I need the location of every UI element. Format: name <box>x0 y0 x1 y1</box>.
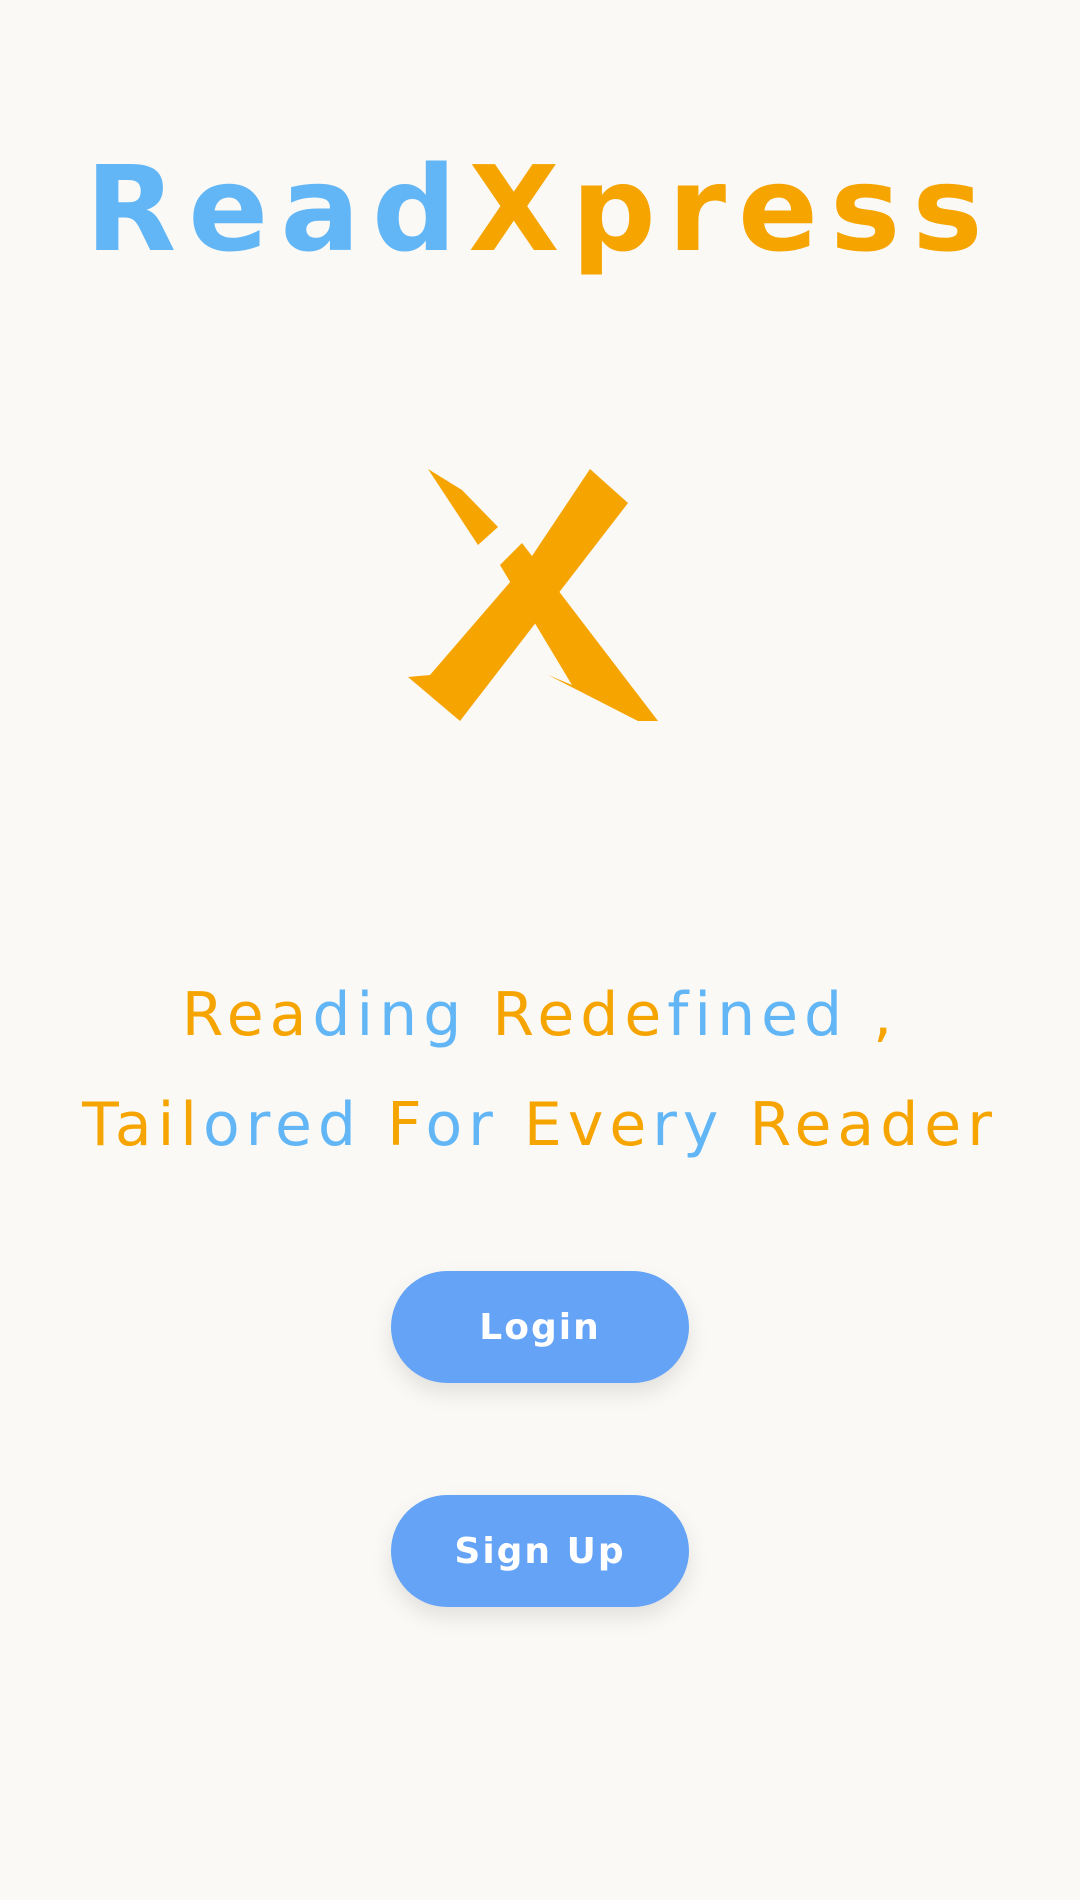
login-button[interactable]: Login <box>391 1271 689 1383</box>
tagline-line-1: Reading Redefined , <box>181 980 899 1050</box>
tagline: Reading Redefined , Tailored For Every R… <box>0 960 1080 1180</box>
signup-button[interactable]: Sign Up <box>391 1495 689 1607</box>
app-title: ReadXpress <box>0 150 1080 268</box>
app-title-xpress: Xpress <box>468 140 995 278</box>
app-title-read: Read <box>85 140 469 278</box>
tagline-line-2: Tailored For Every Reader <box>82 1090 998 1160</box>
x-logo-icon <box>400 465 670 725</box>
